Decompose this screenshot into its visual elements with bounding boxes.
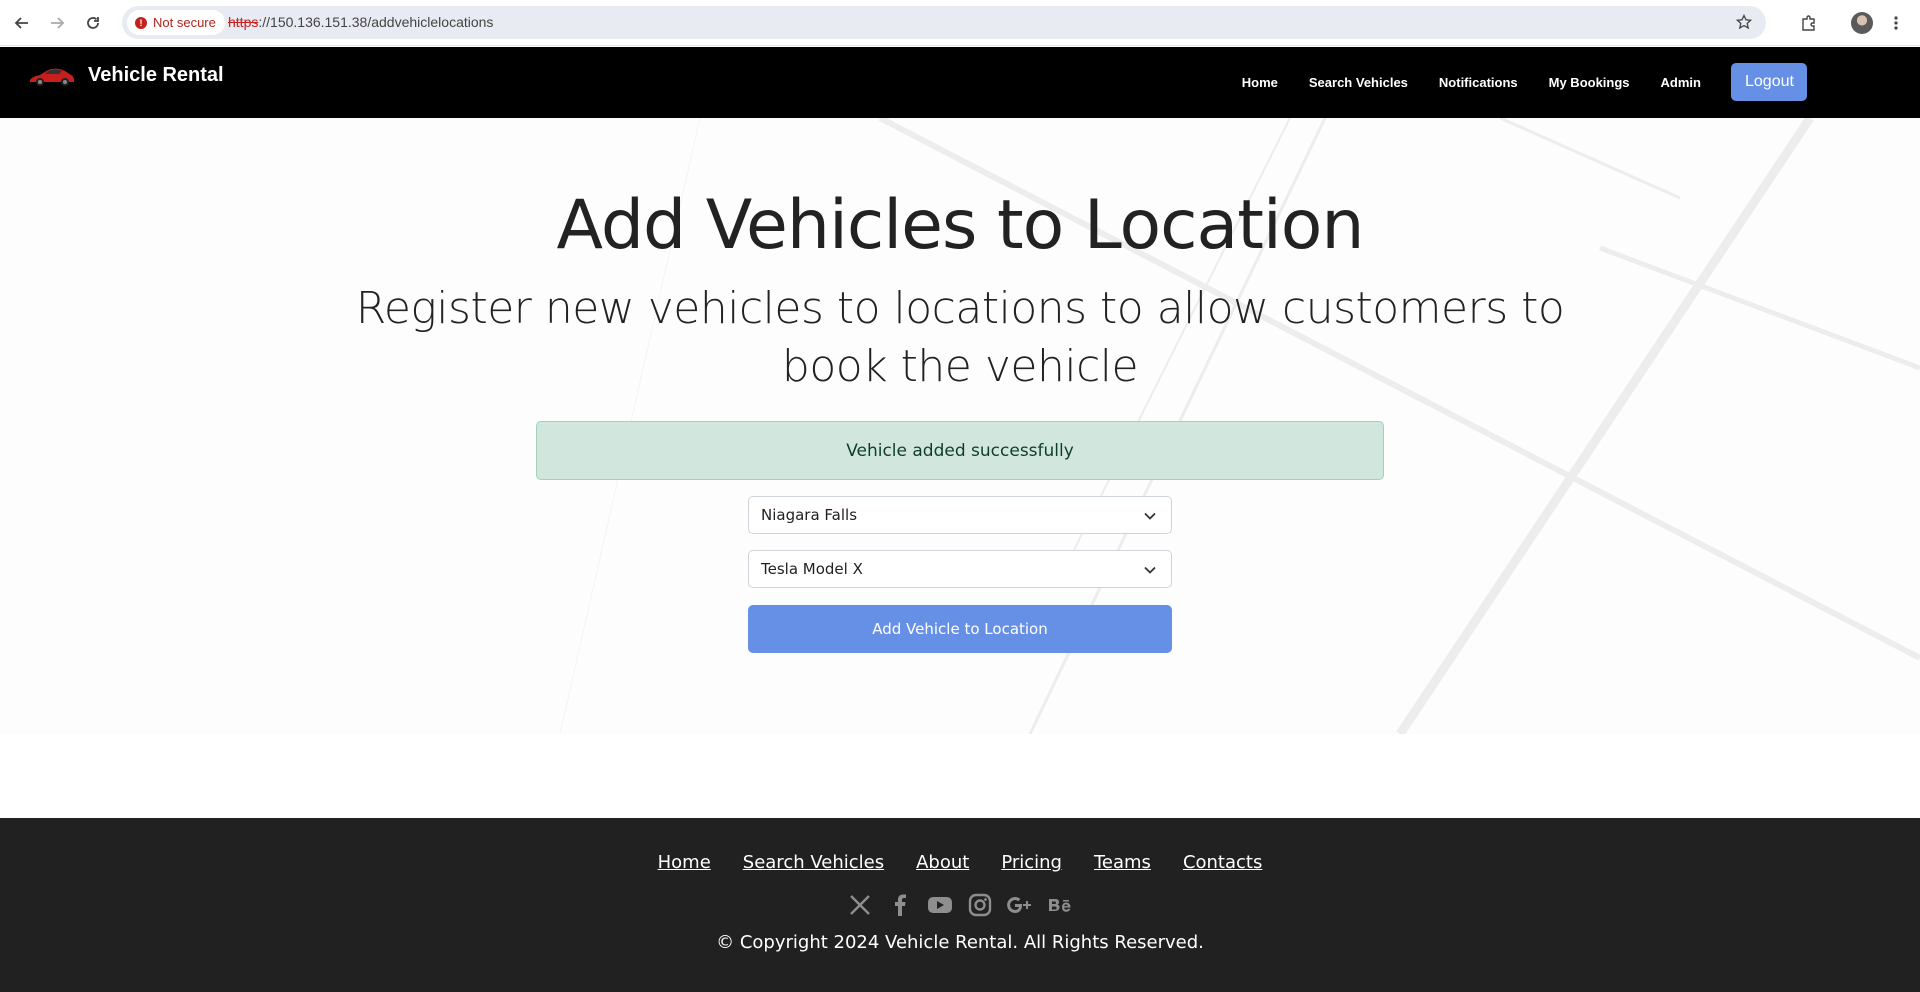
nav-admin[interactable]: Admin: [1661, 75, 1701, 90]
chevron-down-icon: [1144, 566, 1156, 574]
back-arrow-icon[interactable]: [10, 11, 34, 35]
location-select[interactable]: Niagara Falls: [748, 496, 1172, 534]
security-label: Not secure: [153, 15, 216, 30]
logout-button[interactable]: Logout: [1731, 63, 1807, 101]
google-plus-icon[interactable]: [1007, 892, 1033, 918]
footer-link-contacts[interactable]: Contacts: [1183, 852, 1262, 873]
footer-link-home[interactable]: Home: [658, 852, 711, 873]
vehicle-select-value: Tesla Model X: [761, 560, 863, 578]
url-scheme: https: [228, 14, 259, 30]
address-bar[interactable]: ! Not secure https://150.136.151.38/addv…: [122, 6, 1766, 39]
main-nav: Home Search Vehicles Notifications My Bo…: [1211, 63, 1807, 101]
alert-message: Vehicle added successfully: [846, 440, 1074, 461]
instagram-icon[interactable]: [967, 892, 993, 918]
location-select-value: Niagara Falls: [761, 506, 858, 524]
forward-arrow-icon[interactable]: [45, 11, 69, 35]
footer-link-search-vehicles[interactable]: Search Vehicles: [743, 852, 884, 873]
page-subtitle: Register new vehicles to locations to al…: [355, 283, 1565, 392]
main-section: Add Vehicles to Location Register new ve…: [0, 118, 1920, 734]
extensions-icon[interactable]: [1797, 11, 1821, 35]
success-alert: Vehicle added successfully: [536, 421, 1384, 480]
x-icon[interactable]: [847, 892, 873, 918]
url-text[interactable]: https://150.136.151.38/addvehiclelocatio…: [228, 14, 493, 30]
behance-icon[interactable]: [1047, 892, 1073, 918]
site-header: Vehicle Rental Home Search Vehicles Noti…: [0, 47, 1920, 118]
kebab-menu-icon[interactable]: [1884, 11, 1908, 35]
chevron-down-icon: [1144, 512, 1156, 520]
reload-icon[interactable]: [81, 11, 105, 35]
profile-avatar[interactable]: [1851, 12, 1873, 34]
copyright: © Copyright 2024 Vehicle Rental. All Rig…: [716, 932, 1204, 953]
nav-home[interactable]: Home: [1242, 75, 1278, 90]
url-path: ://150.136.151.38/addvehiclelocations: [258, 14, 494, 30]
browser-toolbar: ! Not secure https://150.136.151.38/addv…: [0, 0, 1920, 46]
security-chip[interactable]: ! Not secure: [127, 10, 225, 35]
nav-notifications[interactable]: Notifications: [1439, 75, 1518, 90]
footer-link-pricing[interactable]: Pricing: [1001, 852, 1062, 873]
nav-search-vehicles[interactable]: Search Vehicles: [1309, 75, 1408, 90]
brand-name: Vehicle Rental: [88, 63, 224, 86]
car-logo-icon: [30, 68, 74, 86]
footer-link-teams[interactable]: Teams: [1094, 852, 1151, 873]
add-vehicle-button[interactable]: Add Vehicle to Location: [748, 605, 1172, 653]
footer-link-about[interactable]: About: [916, 852, 969, 873]
star-icon[interactable]: [1735, 13, 1753, 34]
brand[interactable]: Vehicle Rental: [28, 61, 224, 89]
site-footer: Home Search Vehicles About Pricing Teams…: [0, 818, 1920, 992]
youtube-icon[interactable]: [927, 892, 953, 918]
footer-nav: Home Search Vehicles About Pricing Teams…: [0, 852, 1920, 873]
warning-icon: !: [135, 16, 147, 29]
nav-my-bookings[interactable]: My Bookings: [1549, 75, 1630, 90]
vehicle-select[interactable]: Tesla Model X: [748, 550, 1172, 588]
page-title: Add Vehicles to Location: [556, 186, 1365, 265]
facebook-icon[interactable]: [887, 892, 913, 918]
social-links: [0, 892, 1920, 918]
